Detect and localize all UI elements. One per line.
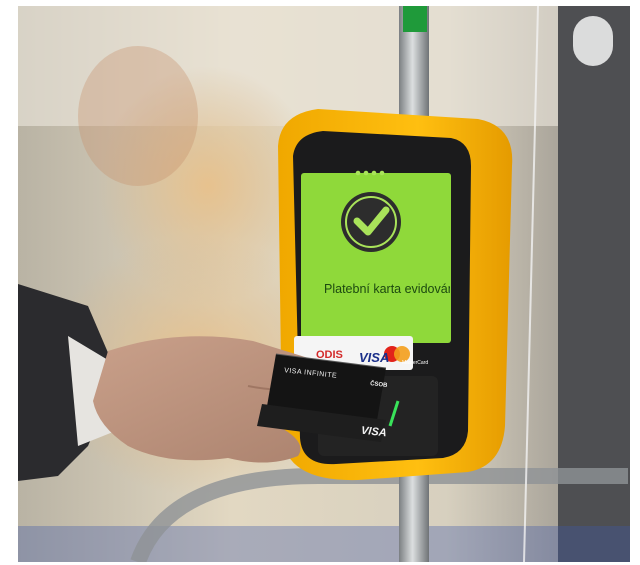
photo: Platební karta evidována ODIS VISA Maste… [18, 6, 630, 562]
seat-blur-3 [78, 46, 198, 186]
pole-green-band [403, 6, 427, 32]
indicator-dot-2 [363, 170, 369, 176]
check-badge [341, 192, 401, 252]
indicator-dot-3 [371, 170, 377, 176]
floor-blue [18, 526, 630, 562]
card-visa-logo: VISA [360, 424, 388, 440]
indicator-dot-1 [355, 170, 361, 176]
odis-logo: ODIS [316, 349, 343, 361]
mastercard-logo: MasterCard [402, 360, 429, 366]
screen-message: Platební karta evidována [324, 282, 450, 296]
indicator-dot-4 [379, 170, 385, 176]
visa-logo: VISA [359, 350, 390, 365]
door-light [573, 16, 613, 66]
